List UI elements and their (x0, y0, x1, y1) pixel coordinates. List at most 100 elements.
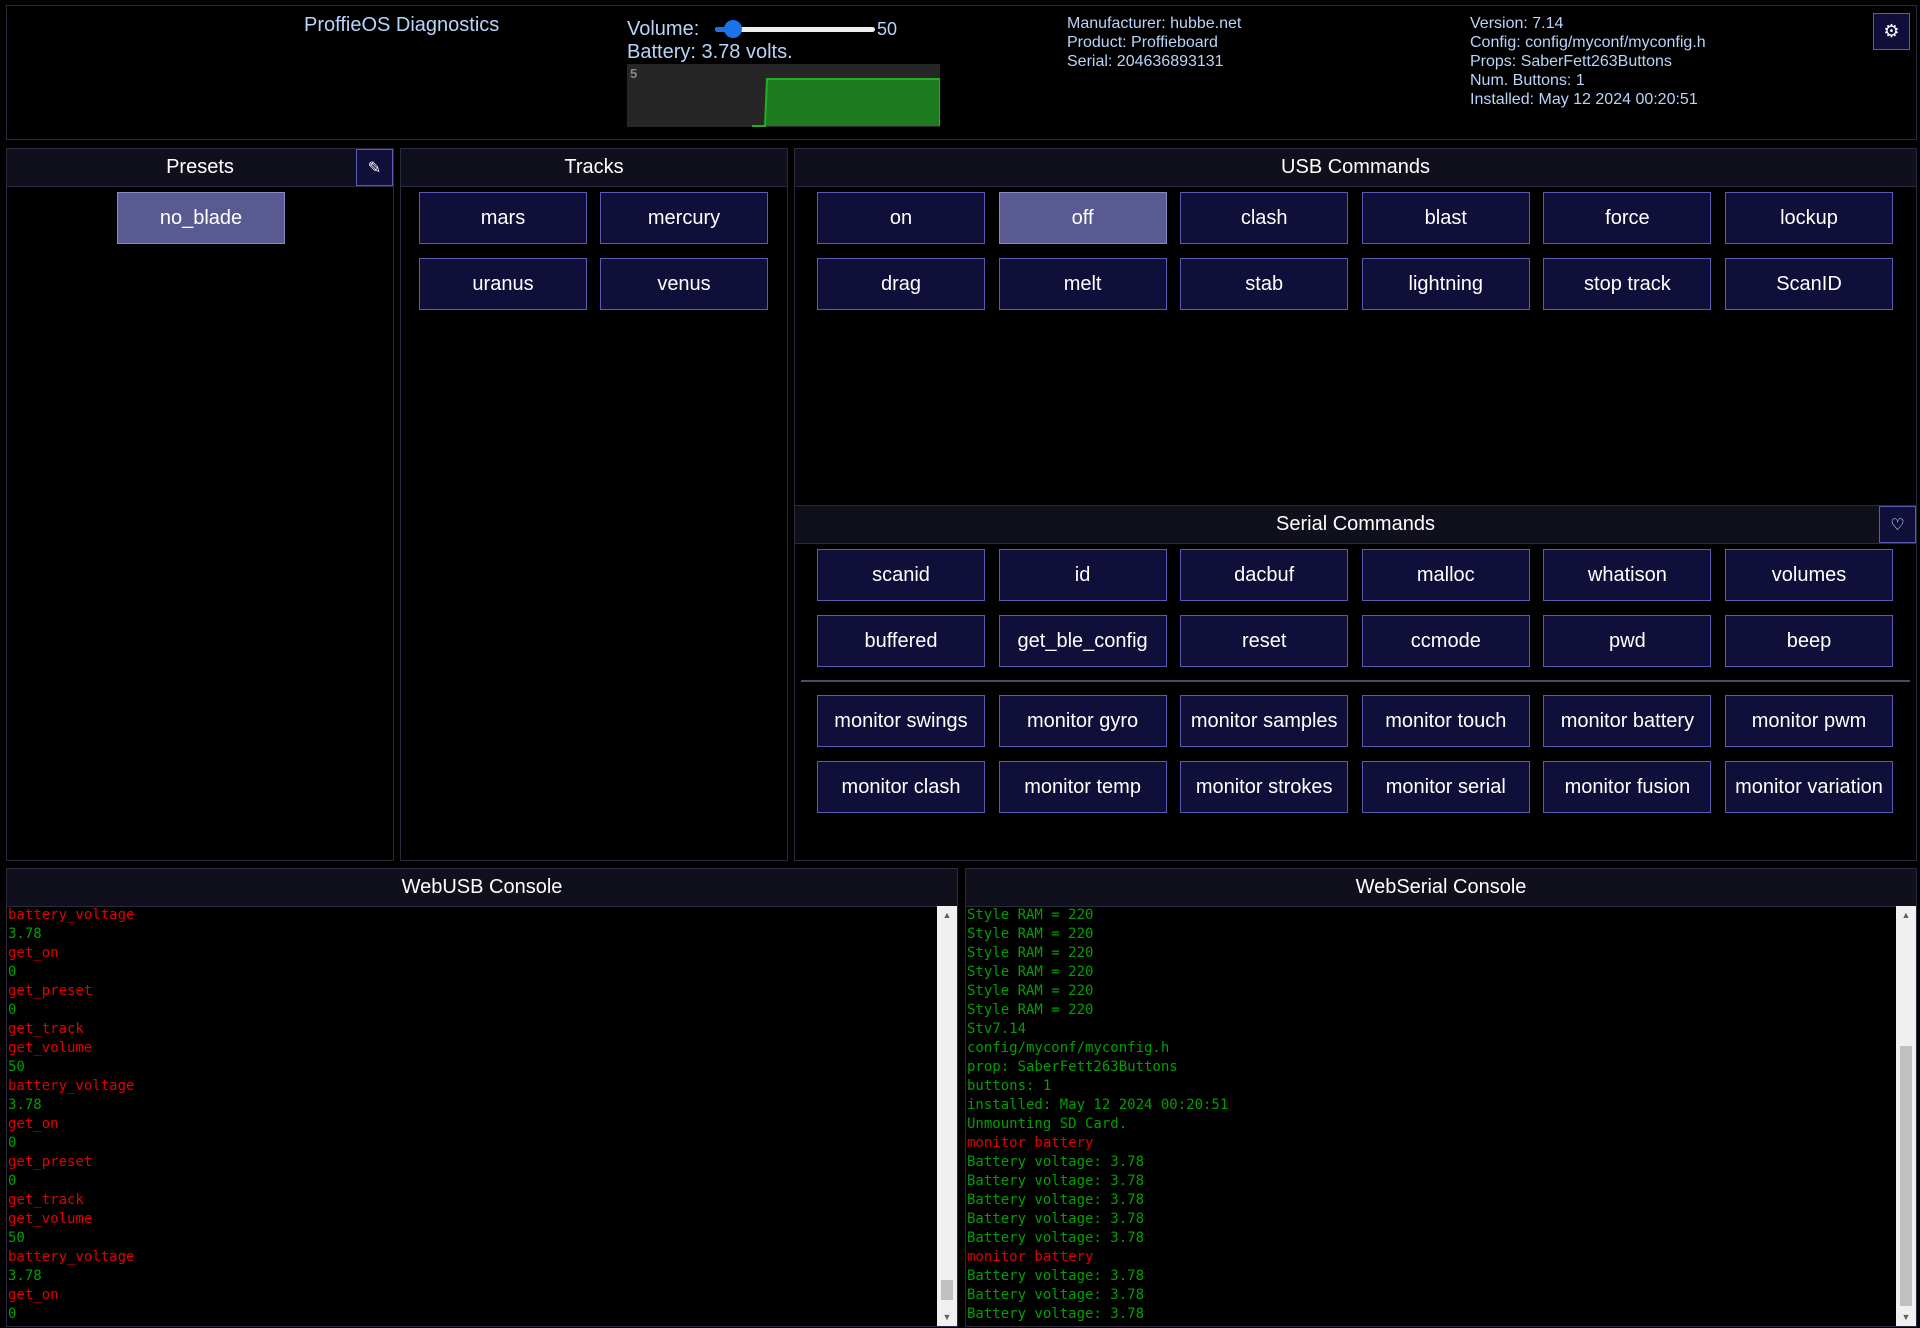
gear-icon: ⚙ (1883, 21, 1900, 41)
scroll-up-arrow-icon[interactable]: ▲ (937, 906, 957, 924)
usb-cmd-clash-button[interactable]: clash (1180, 192, 1349, 244)
track-venus-button[interactable]: venus (600, 258, 768, 310)
webserial-console-scrollbar[interactable]: ▲ ▼ (1896, 906, 1916, 1326)
battery-text: Battery: 3.78 volts. (627, 41, 793, 63)
monitor-cmd-monitor-variation-button[interactable]: monitor variation (1725, 761, 1893, 813)
serial-cmd-reset-button[interactable]: reset (1180, 615, 1349, 667)
console-line: prop: SaberFett263Buttons (967, 1059, 1178, 1075)
serial-commands-panel: Serial Commands ♡ scanid id dacbuf malloc wh… (794, 505, 1917, 861)
usb-cmd-scanid-button[interactable]: ScanID (1725, 258, 1893, 310)
scroll-down-arrow-icon[interactable]: ▼ (937, 1308, 957, 1326)
usb-cmd-lightning-button[interactable]: lightning (1361, 258, 1530, 310)
monitor-cmd-monitor-pwm-button[interactable]: monitor pwm (1725, 695, 1893, 747)
console-line: get_track (8, 1192, 84, 1208)
volume-slider-thumb[interactable] (723, 20, 742, 38)
usb-cmd-off-button[interactable]: off (998, 192, 1167, 244)
console-line: get_volume (8, 1040, 93, 1056)
usb-cmd-melt-button[interactable]: melt (998, 258, 1167, 310)
track-mercury-button[interactable]: mercury (600, 192, 768, 244)
monitor-cmd-monitor-samples-button[interactable]: monitor samples (1180, 695, 1349, 747)
webserial-console-output[interactable]: Style RAM = 220 Style RAM = 220 Style RAM … (966, 906, 1896, 1326)
serial-cmd-get-ble-config-button[interactable]: get_ble_config (998, 615, 1167, 667)
console-line: 3.78 (8, 1268, 42, 1284)
console-line: 0 (8, 1135, 17, 1151)
monitor-cmd-monitor-clash-button[interactable]: monitor clash (817, 761, 985, 813)
console-line: Style RAM = 220 (967, 983, 1094, 999)
console-line: 50 (8, 1059, 25, 1075)
usb-cmd-lockup-button[interactable]: lockup (1725, 192, 1893, 244)
console-line: Style RAM = 220 (967, 1002, 1094, 1018)
monitor-cmd-monitor-strokes-button[interactable]: monitor strokes (1180, 761, 1349, 813)
console-line: get_preset (8, 1154, 93, 1170)
usb-cmd-on-button[interactable]: on (817, 192, 985, 244)
console-line: Battery voltage: 3.78 (967, 1173, 1145, 1189)
console-line: get_on (8, 945, 59, 961)
usb-cmd-blast-button[interactable]: blast (1361, 192, 1530, 244)
serial-cmd-volumes-button[interactable]: volumes (1725, 549, 1893, 601)
presets-panel: Presets ✎ no_blade (6, 148, 394, 861)
webusb-console-output[interactable]: battery_voltage 3.78 get_on 0 get_preset 0 get… (7, 906, 937, 1326)
serial-cmd-buffered-button[interactable]: buffered (817, 615, 985, 667)
console-line: Style RAM = 220 (967, 945, 1094, 961)
console-line: monitor battery (967, 1135, 1094, 1151)
track-mars-button[interactable]: mars (419, 192, 587, 244)
console-line: get_volume (8, 1211, 93, 1227)
volume-slider[interactable] (715, 18, 875, 40)
serial-cmd-malloc-button[interactable]: malloc (1361, 549, 1530, 601)
console-line: Style RAM = 220 (967, 907, 1094, 923)
serial-cmd-pwd-button[interactable]: pwd (1543, 615, 1712, 667)
pencil-icon: ✎ (367, 159, 382, 177)
monitor-cmd-monitor-battery-button[interactable]: monitor battery (1543, 695, 1712, 747)
monitor-cmd-monitor-fusion-button[interactable]: monitor fusion (1543, 761, 1712, 813)
console-line: battery_voltage (8, 1249, 135, 1265)
scroll-up-arrow-icon[interactable]: ▲ (1896, 906, 1916, 924)
track-uranus-button[interactable]: uranus (419, 258, 587, 310)
config-text: Config: config/myconf/myconfig.h (1470, 34, 1706, 51)
serial-cmd-ccmode-button[interactable]: ccmode (1361, 615, 1530, 667)
usb-cmd-force-button[interactable]: force (1543, 192, 1712, 244)
usb-cmd-stop-track-button[interactable]: stop track (1543, 258, 1712, 310)
console-line: Battery voltage: 3.78 (967, 1154, 1145, 1170)
heart-icon: ♡ (1890, 516, 1905, 534)
volume-label: Volume: (627, 18, 700, 40)
console-line: 0 (8, 1306, 17, 1322)
console-line: 3.78 (8, 926, 42, 942)
preset-no-blade-button[interactable]: no_blade (117, 192, 285, 244)
edit-presets-button[interactable]: ✎ (356, 149, 393, 186)
monitor-cmd-monitor-touch-button[interactable]: monitor touch (1361, 695, 1530, 747)
favorites-button[interactable]: ♡ (1879, 506, 1916, 543)
settings-button[interactable]: ⚙ (1873, 13, 1910, 50)
scroll-thumb[interactable] (941, 1280, 953, 1300)
console-line: get_on (8, 1116, 59, 1132)
serial-commands-title: Serial Commands (795, 506, 1916, 544)
volume-value: 50 (877, 19, 898, 39)
scroll-down-arrow-icon[interactable]: ▼ (1896, 1308, 1916, 1326)
usb-cmd-drag-button[interactable]: drag (817, 258, 985, 310)
console-line: monitor battery (967, 1249, 1094, 1265)
serial-cmd-dacbuf-button[interactable]: dacbuf (1180, 549, 1349, 601)
console-line: Style RAM = 220 (967, 964, 1094, 980)
usb-cmd-stab-button[interactable]: stab (1180, 258, 1349, 310)
console-line: Battery voltage: 3.78 (967, 1230, 1145, 1246)
webusb-console-scrollbar[interactable]: ▲ ▼ (937, 906, 957, 1326)
manufacturer-text: Manufacturer: hubbe.net (1067, 15, 1242, 32)
serial-cmd-id-button[interactable]: id (998, 549, 1167, 601)
monitor-cmd-monitor-gyro-button[interactable]: monitor gyro (998, 695, 1167, 747)
usb-commands-title: USB Commands (795, 149, 1916, 187)
console-line: Unmounting SD Card. (967, 1116, 1128, 1132)
monitor-cmd-monitor-serial-button[interactable]: monitor serial (1361, 761, 1530, 813)
monitor-cmd-monitor-swings-button[interactable]: monitor swings (817, 695, 985, 747)
monitor-cmd-monitor-temp-button[interactable]: monitor temp (998, 761, 1167, 813)
serial-cmd-whatison-button[interactable]: whatison (1543, 549, 1712, 601)
serial-cmd-beep-button[interactable]: beep (1725, 615, 1893, 667)
console-line: Style RAM = 220 (967, 926, 1094, 942)
console-line: Battery voltage: 3.78 (967, 1211, 1145, 1227)
console-line: battery_voltage (8, 907, 135, 923)
serial-cmd-scanid-button[interactable]: scanid (817, 549, 985, 601)
console-line: config/myconf/myconfig.h (967, 1040, 1170, 1056)
console-line: 50 (8, 1230, 25, 1246)
console-line: installed: May 12 2024 00:20:51 (967, 1097, 1229, 1113)
version-text: Version: 7.14 (1470, 15, 1564, 32)
scroll-thumb[interactable] (1900, 1046, 1912, 1306)
firmware-info: Version: 7.14 Config: config/myconf/myco… (1470, 14, 1706, 109)
